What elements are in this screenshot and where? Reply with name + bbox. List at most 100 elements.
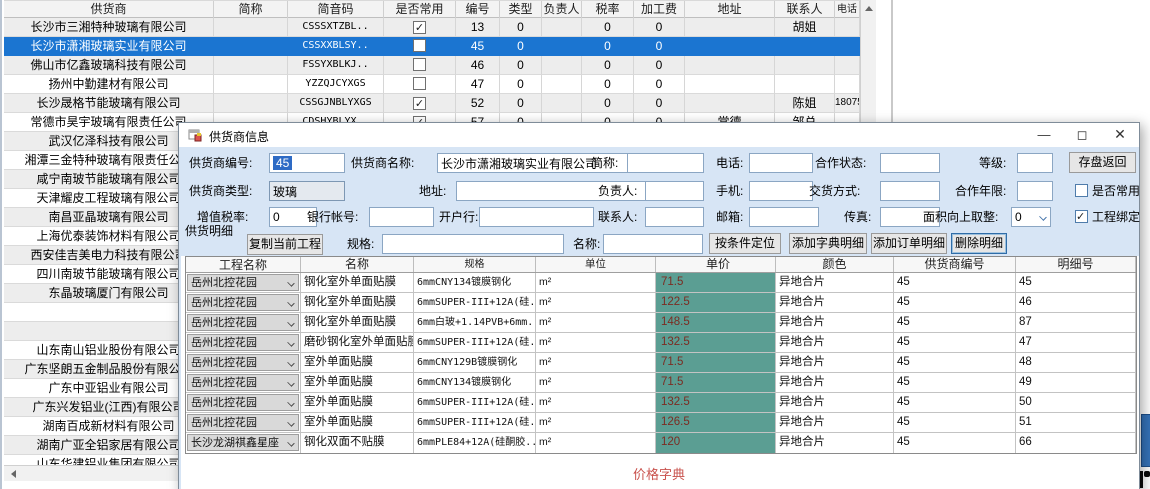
detail-row[interactable]: 岳州北控花园 室外单面贴膜 6mmCNY129B镀膜钢化 m² 71.5 异地合… bbox=[186, 353, 1136, 373]
contact-cell bbox=[775, 37, 835, 56]
supplier-row[interactable]: 长沙市潇湘玻璃实业有限公司 CSSXXBLSY.. 45 0 0 0 bbox=[4, 37, 860, 56]
common-checkbox[interactable] bbox=[413, 58, 426, 71]
col-header-phone[interactable]: 电话 bbox=[835, 1, 860, 19]
project-binding-checkbox[interactable] bbox=[1075, 210, 1088, 223]
coop-years-field[interactable] bbox=[1017, 181, 1053, 201]
manager-label: 负责人: bbox=[598, 181, 637, 201]
project-combo[interactable]: 岳州北控花园 bbox=[187, 274, 299, 291]
supplier-name-label: 供货商名称: bbox=[351, 153, 414, 173]
project-cell: 岳州北控花园 bbox=[186, 313, 301, 332]
common-checkbox[interactable] bbox=[413, 77, 426, 90]
mobile-field[interactable] bbox=[749, 181, 813, 201]
close-button[interactable]: ✕ bbox=[1101, 123, 1139, 147]
col-header-unit[interactable]: 单位 bbox=[536, 257, 656, 272]
col-header-price[interactable]: 单价 bbox=[656, 257, 776, 272]
col-header-color[interactable]: 颜色 bbox=[776, 257, 894, 272]
detail-row[interactable]: 岳州北控花园 室外单面贴膜 6mmSUPER-III+12A(硅... m² 1… bbox=[186, 393, 1136, 413]
supplier-row[interactable]: 长沙晟格节能玻璃有限公司 CSSGJNBLYXGS 52 0 0 0 陈姐 18… bbox=[4, 94, 860, 113]
common-checkbox[interactable] bbox=[413, 21, 426, 34]
project-cell: 岳州北控花园 bbox=[186, 273, 301, 292]
phone-field[interactable] bbox=[749, 153, 813, 173]
add-order-detail-button[interactable]: 添加订单明细 bbox=[871, 233, 947, 254]
project-combo[interactable]: 岳州北控花园 bbox=[187, 294, 299, 311]
unit-cell: m² bbox=[536, 433, 656, 453]
grade-field[interactable] bbox=[1017, 153, 1053, 173]
project-combo[interactable]: 岳州北控花园 bbox=[187, 394, 299, 411]
col-header-supplier-no[interactable]: 供货商编号 bbox=[894, 257, 1016, 272]
col-header-common[interactable]: 是否常用 bbox=[384, 1, 456, 19]
spec-filter-input[interactable] bbox=[382, 234, 564, 254]
manager-field[interactable] bbox=[645, 181, 704, 201]
project-combo[interactable]: 岳州北控花园 bbox=[187, 414, 299, 431]
dialog-titlebar[interactable]: 供货商信息 — ◻ ✕ bbox=[179, 123, 1139, 147]
project-combo-value: 岳州北控花园 bbox=[191, 375, 257, 391]
pinyin-code-cell: YZZQJCYXGS bbox=[288, 75, 384, 94]
project-combo[interactable]: 岳州北控花园 bbox=[187, 314, 299, 331]
round-up-dropdown[interactable]: 0 bbox=[1011, 207, 1051, 227]
col-header-manager[interactable]: 负责人 bbox=[542, 1, 582, 19]
supplier-no-field[interactable]: 45 bbox=[269, 153, 345, 173]
col-header-project[interactable]: 工程名称 bbox=[186, 257, 301, 272]
coop-status-field[interactable] bbox=[880, 153, 940, 173]
locate-by-condition-button[interactable]: 按条件定位 bbox=[709, 233, 781, 254]
often-used-checkbox[interactable] bbox=[1075, 184, 1088, 197]
pinyin-code-cell: CSSSXTZBL.. bbox=[288, 18, 384, 37]
common-checkbox[interactable] bbox=[413, 39, 426, 52]
project-combo[interactable]: 岳州北控花园 bbox=[187, 374, 299, 391]
project-combo[interactable]: 岳州北控花园 bbox=[187, 334, 299, 351]
type-cell: 0 bbox=[500, 56, 542, 75]
bank-account-field[interactable] bbox=[369, 207, 434, 227]
col-header-detail-no[interactable]: 明细号 bbox=[1016, 257, 1136, 272]
supplier-type-label: 供货商类型: bbox=[189, 181, 252, 201]
unit-price-cell: 132.5 bbox=[656, 393, 776, 412]
scroll-left-icon[interactable] bbox=[11, 470, 16, 478]
common-checkbox[interactable] bbox=[413, 97, 426, 110]
short-name-field[interactable] bbox=[627, 153, 704, 173]
supplier-row[interactable]: 扬州中勤建材有限公司 YZZQJCYXGS 47 0 0 0 bbox=[4, 75, 860, 94]
supplier-row[interactable]: 佛山市亿鑫玻璃科技有限公司 FSSYXBLKJ.. 46 0 0 0 bbox=[4, 56, 860, 75]
address-label: 地址: bbox=[419, 181, 446, 201]
save-return-button[interactable]: 存盘返回 bbox=[1069, 152, 1136, 173]
contact-field[interactable] bbox=[645, 207, 704, 227]
supplier-type-field[interactable] bbox=[269, 181, 345, 201]
col-header-code[interactable]: 简音码 bbox=[288, 1, 384, 19]
col-header-spec[interactable]: 规格 bbox=[414, 257, 536, 272]
unit-price-cell: 122.5 bbox=[656, 293, 776, 312]
col-header-type[interactable]: 类型 bbox=[500, 1, 542, 19]
name-filter-input[interactable] bbox=[603, 234, 703, 254]
col-header-name[interactable]: 名称 bbox=[301, 257, 414, 272]
copy-current-project-button[interactable]: 复制当前工程 bbox=[247, 234, 323, 255]
detail-row[interactable]: 岳州北控花园 磨砂钢化室外单面贴膜 6mmSUPER-III+12A(硅... … bbox=[186, 333, 1136, 353]
delete-detail-button[interactable]: 删除明细 bbox=[951, 233, 1007, 254]
add-dictionary-detail-button[interactable]: 添加字典明细 bbox=[789, 233, 867, 254]
detail-row[interactable]: 岳州北控花园 室外单面贴膜 6mmSUPER-III+12A(硅... m² 1… bbox=[186, 413, 1136, 433]
scroll-up-icon[interactable] bbox=[865, 6, 873, 11]
col-header-supplier[interactable]: 供货商 bbox=[4, 1, 214, 19]
type-cell: 0 bbox=[500, 18, 542, 37]
contact-label: 联系人: bbox=[598, 207, 637, 227]
project-combo[interactable]: 岳州北控花园 bbox=[187, 354, 299, 371]
col-header-short[interactable]: 简称 bbox=[214, 1, 288, 19]
detail-row[interactable]: 岳州北控花园 钢化室外单面贴膜 6mm白玻+1.14PVB+6mm... m² … bbox=[186, 313, 1136, 333]
col-header-fee[interactable]: 加工费 bbox=[634, 1, 685, 19]
detail-row[interactable]: 岳州北控花园 钢化室外单面贴膜 6mmCNY134镀膜钢化 m² 71.5 异地… bbox=[186, 273, 1136, 293]
col-header-tax[interactable]: 税率 bbox=[582, 1, 634, 19]
short-name-cell bbox=[214, 37, 288, 56]
minimize-button[interactable]: — bbox=[1025, 123, 1063, 147]
supplier-id-cell: 47 bbox=[456, 75, 500, 94]
delivery-field[interactable] bbox=[880, 181, 940, 201]
supplier-row[interactable]: 长沙市三湘特种玻璃有限公司 CSSSXTZBL.. 13 0 0 0 胡姐 bbox=[4, 18, 860, 37]
unit-price-cell: 71.5 bbox=[656, 353, 776, 372]
maximize-button[interactable]: ◻ bbox=[1063, 123, 1101, 147]
project-combo[interactable]: 长沙龙湖祺鑫星座 bbox=[187, 434, 299, 451]
col-header-address[interactable]: 地址 bbox=[685, 1, 775, 19]
detail-row[interactable]: 岳州北控花园 室外单面贴膜 6mmCNY134镀膜钢化 m² 71.5 异地合片… bbox=[186, 373, 1136, 393]
col-header-contact[interactable]: 联系人 bbox=[775, 1, 835, 19]
col-header-id[interactable]: 编号 bbox=[456, 1, 500, 19]
bank-field[interactable] bbox=[479, 207, 594, 227]
detail-row[interactable]: 长沙龙湖祺鑫星座 钢化双面不贴膜 6mmPLE84+12A(硅酮胶... m² … bbox=[186, 433, 1136, 453]
fee-cell: 0 bbox=[634, 75, 685, 94]
email-field[interactable] bbox=[749, 207, 819, 227]
detail-no-cell: 51 bbox=[1016, 413, 1136, 432]
detail-row[interactable]: 岳州北控花园 钢化室外单面贴膜 6mmSUPER-III+12A(硅... m²… bbox=[186, 293, 1136, 313]
